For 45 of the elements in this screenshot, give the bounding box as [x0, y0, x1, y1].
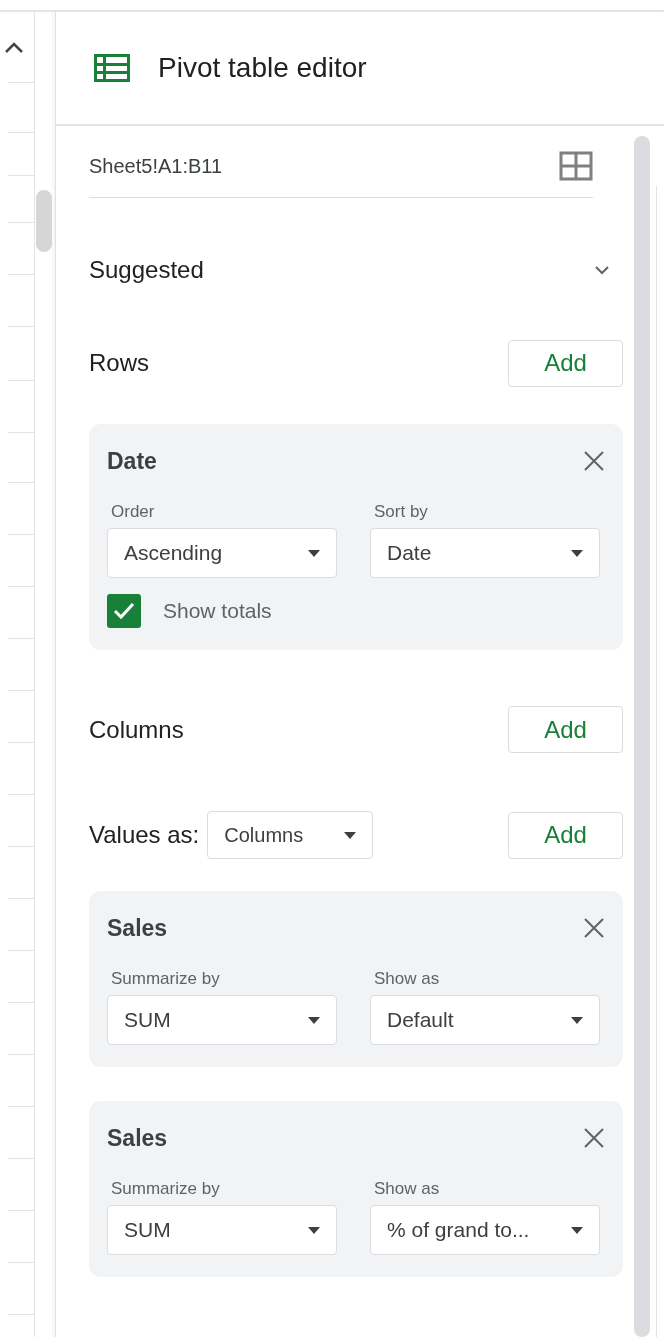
scrollbar-thumb[interactable] [36, 190, 52, 252]
range-text: Sheet5!A1:B11 [89, 153, 223, 179]
dropdown[interactable]: SUM [107, 995, 337, 1045]
section-label: Columns [89, 714, 184, 745]
dropdown-arrow-icon [308, 1226, 320, 1234]
checkmark-icon [113, 602, 135, 620]
field-name: Sales [107, 914, 168, 943]
close-icon[interactable] [583, 917, 605, 940]
field-label: Show as [374, 967, 441, 990]
dropdown[interactable]: % of grand to... [370, 1205, 600, 1255]
dropdown[interactable]: Columns [207, 811, 374, 859]
scrollbar[interactable] [634, 136, 650, 1337]
add-button[interactable]: Add [508, 339, 623, 387]
field-name: Date [107, 447, 157, 476]
dropdown[interactable]: Date [370, 528, 600, 578]
field-label: Sort by [374, 500, 429, 523]
field-name: Sales [107, 1124, 168, 1153]
dropdown-arrow-icon [344, 831, 357, 839]
panel-title: Pivot table editor [158, 51, 367, 85]
section-label: Suggested [89, 255, 204, 285]
dropdown-arrow-icon [308, 1016, 320, 1024]
values-label: Values as: [89, 820, 200, 850]
field-label: Show as [374, 1177, 441, 1200]
checkbox[interactable] [107, 594, 141, 628]
dropdown-arrow-icon [571, 549, 583, 557]
field-label: Summarize by [111, 1177, 221, 1200]
suggested-header[interactable]: Suggested [89, 248, 623, 292]
dropdown-arrow-icon [308, 549, 320, 557]
add-button[interactable]: Add [508, 706, 623, 753]
checkbox-label: Show totals [163, 598, 272, 625]
dropdown-arrow-icon [571, 1016, 583, 1024]
spreadsheet-icon [94, 54, 130, 82]
chevron-down-icon[interactable] [593, 264, 611, 276]
close-icon[interactable] [583, 450, 605, 473]
section-label: Rows [89, 348, 149, 378]
dropdown[interactable]: SUM [107, 1205, 337, 1255]
close-icon[interactable] [583, 1127, 605, 1150]
add-button[interactable]: Add [508, 811, 623, 859]
dropdown[interactable]: Default [370, 995, 600, 1045]
caret-up-icon[interactable] [4, 42, 24, 54]
dropdown[interactable]: Ascending [107, 528, 337, 578]
field-label: Order [111, 500, 156, 523]
field-label: Summarize by [111, 967, 221, 990]
dropdown-arrow-icon [571, 1226, 583, 1234]
grid-icon[interactable] [559, 150, 593, 181]
